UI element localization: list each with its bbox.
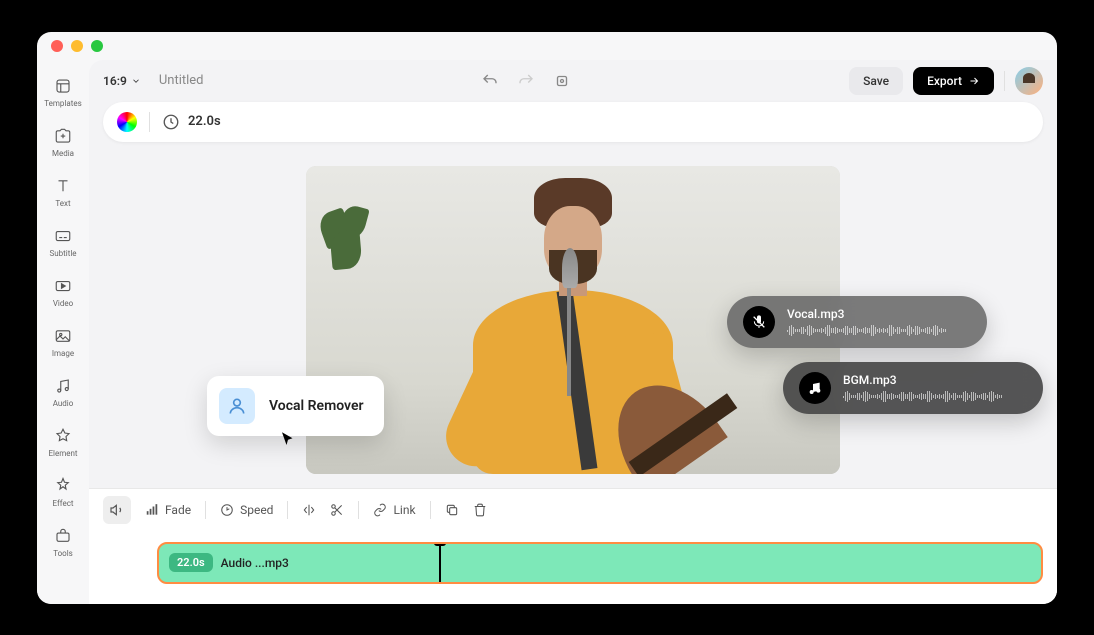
sidebar-label: Tools [53,549,73,558]
sidebar-item-media[interactable]: Media [37,120,89,164]
crop-button[interactable] [553,72,571,90]
timeline-toolbar: Fade Speed Link [89,488,1057,532]
save-button[interactable]: Save [849,67,903,95]
divider [358,501,359,519]
vocal-track-pill[interactable]: Vocal.mp3 [727,296,987,348]
waveform [843,391,1027,403]
export-label: Export [927,74,962,88]
tools-icon [53,526,73,546]
clip-name: Audio ...mp3 [221,556,289,570]
maximize-window-button[interactable] [91,40,103,52]
sidebar-item-effect[interactable]: Effect [37,470,89,514]
sidebar-label: Video [53,299,73,308]
sidebar-label: Media [52,149,74,158]
bgm-track-pill[interactable]: BGM.mp3 [783,362,1043,414]
info-bar: 22.0s [103,102,1043,142]
fade-icon [145,503,159,517]
user-avatar[interactable] [1015,67,1043,95]
video-icon [53,276,73,296]
divider [149,112,150,132]
mic-muted-icon [743,306,775,338]
clip-time-badge: 22.0s [169,553,213,572]
minimize-window-button[interactable] [71,40,83,52]
speaker-icon [109,502,125,518]
titlebar [37,32,1057,60]
text-icon [53,176,73,196]
duration-display: 22.0s [162,113,221,131]
speed-icon [220,503,234,517]
speed-label: Speed [240,503,273,517]
sidebar-item-templates[interactable]: Templates [37,70,89,114]
templates-icon [53,76,73,96]
divider [430,501,431,519]
project-title[interactable]: Untitled [159,73,204,88]
split-button[interactable] [330,503,344,517]
mirror-button[interactable] [302,503,316,517]
element-icon [53,426,73,446]
canvas-area: Vocal Remover Vocal.mp3 [89,152,1057,488]
sidebar-item-element[interactable]: Element [37,420,89,464]
sidebar-label: Subtitle [49,249,76,258]
tooltip-label: Vocal Remover [269,398,364,414]
arrow-right-icon [968,75,980,87]
export-button[interactable]: Export [913,67,994,95]
sidebar-label: Audio [53,399,74,408]
media-icon [53,126,73,146]
close-window-button[interactable] [51,40,63,52]
sidebar-label: Effect [53,499,74,508]
person-icon [219,388,255,424]
link-label: Link [393,503,415,517]
divider [1004,71,1005,91]
subtitle-icon [53,226,73,246]
waveform [787,325,971,337]
link-icon [373,503,387,517]
aspect-ratio-selector[interactable]: 16:9 [103,74,141,88]
copy-icon [445,503,459,517]
link-button[interactable]: Link [373,503,415,517]
music-icon [799,372,831,404]
duration-value: 22.0s [188,114,221,129]
sidebar: Templates Media Text Subtitle Video Imag… [37,60,89,604]
speed-button[interactable]: Speed [220,503,273,517]
sidebar-label: Element [48,449,77,458]
main-area: 16:9 Untitled Save Export [89,60,1057,604]
sidebar-item-subtitle[interactable]: Subtitle [37,220,89,264]
audio-clip[interactable]: 22.0s Audio ...mp3 [157,542,1043,584]
playhead[interactable] [439,542,441,584]
trash-icon [473,503,487,517]
divider [205,501,206,519]
vocal-remover-tooltip[interactable]: Vocal Remover [207,376,384,436]
sidebar-item-tools[interactable]: Tools [37,520,89,564]
divider [287,501,288,519]
sidebar-label: Templates [44,99,81,108]
sidebar-item-image[interactable]: Image [37,320,89,364]
cursor-icon [279,430,297,448]
undo-button[interactable] [481,72,499,90]
clock-icon [162,113,180,131]
sidebar-item-text[interactable]: Text [37,170,89,214]
copy-button[interactable] [445,503,459,517]
track-name: BGM.mp3 [843,373,1027,387]
image-icon [53,326,73,346]
mirror-icon [302,503,316,517]
delete-button[interactable] [473,503,487,517]
effect-icon [53,476,73,496]
topbar: 16:9 Untitled Save Export [89,60,1057,102]
timeline[interactable]: 22.0s Audio ...mp3 [89,532,1057,604]
fade-button[interactable]: Fade [145,503,191,517]
audio-icon [53,376,73,396]
volume-button[interactable] [103,496,131,524]
chevron-down-icon [131,76,141,86]
sidebar-item-audio[interactable]: Audio [37,370,89,414]
redo-button[interactable] [517,72,535,90]
sidebar-item-video[interactable]: Video [37,270,89,314]
fade-label: Fade [165,503,191,517]
color-picker[interactable] [117,112,137,132]
sidebar-label: Image [52,349,74,358]
scissors-icon [330,503,344,517]
app-window: Templates Media Text Subtitle Video Imag… [37,32,1057,604]
sidebar-label: Text [55,199,70,208]
aspect-ratio-value: 16:9 [103,74,127,88]
track-name: Vocal.mp3 [787,307,971,321]
